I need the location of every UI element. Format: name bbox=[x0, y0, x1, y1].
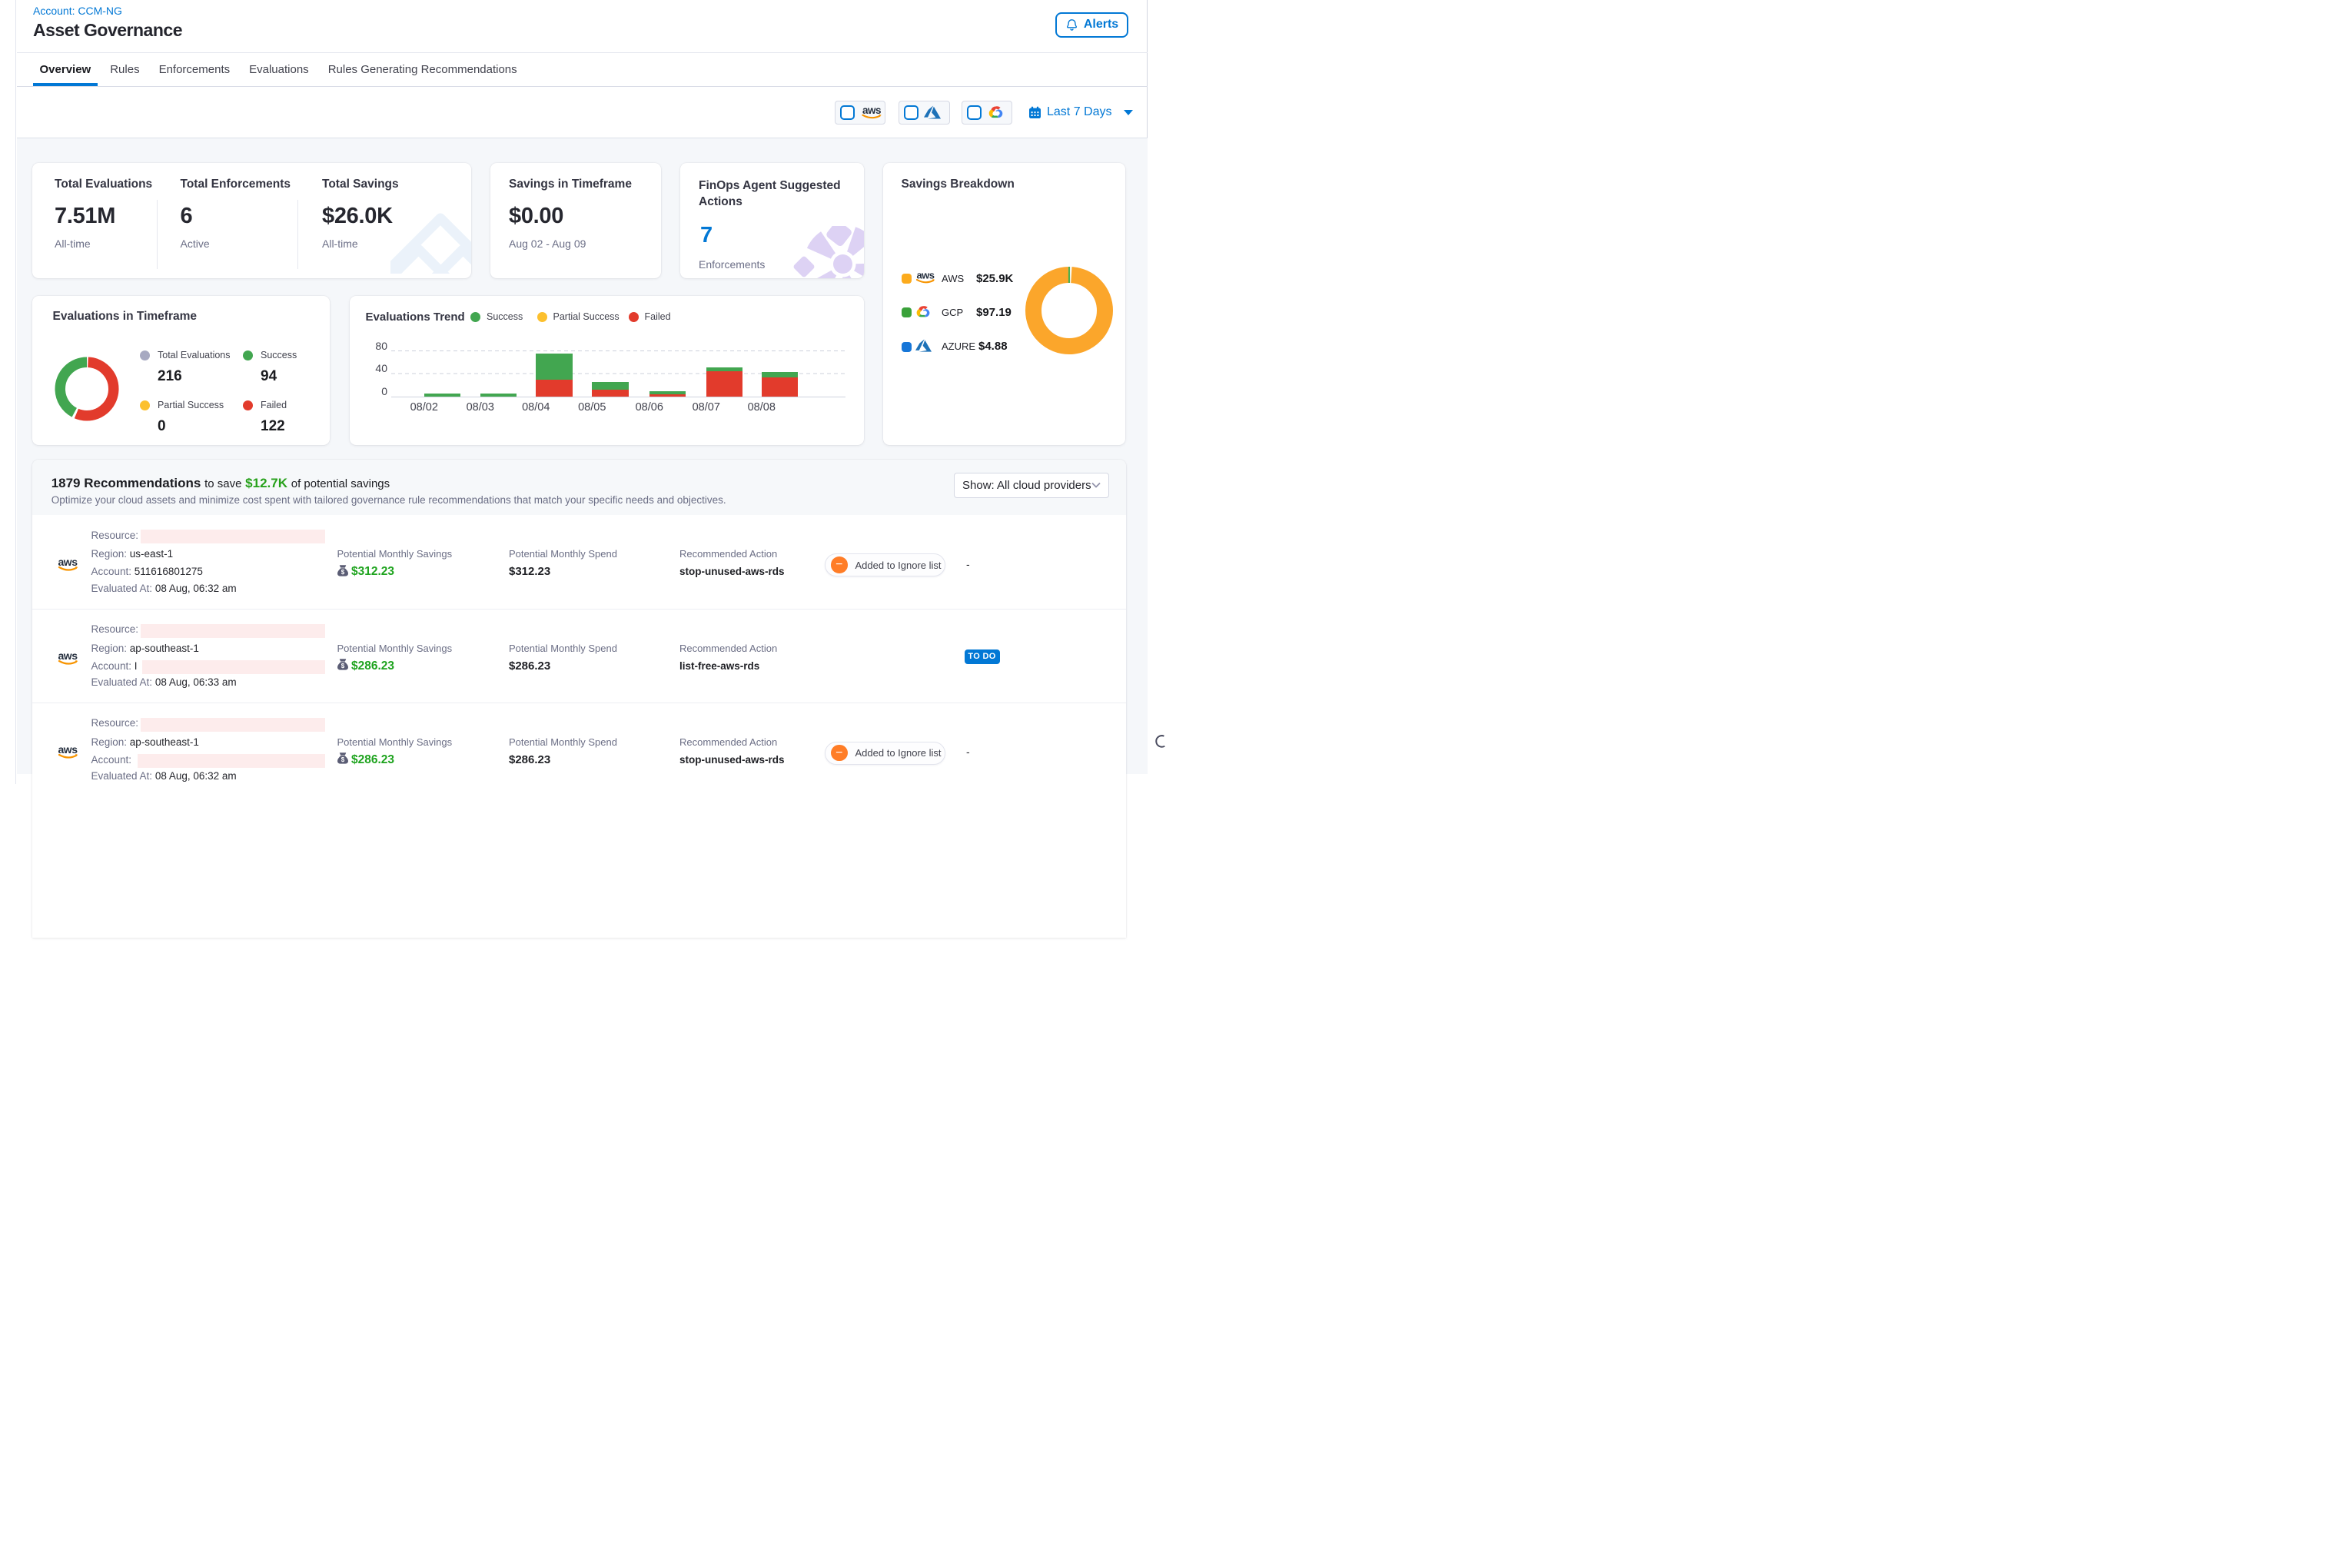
svg-text:aws: aws bbox=[58, 556, 78, 568]
svg-text:aws: aws bbox=[58, 744, 78, 756]
svg-text:aws: aws bbox=[862, 105, 880, 116]
svg-text:$: $ bbox=[341, 569, 344, 576]
svg-text:aws: aws bbox=[916, 270, 934, 281]
svg-text:aws: aws bbox=[58, 650, 78, 662]
svg-text:$: $ bbox=[341, 756, 344, 763]
svg-text:$: $ bbox=[341, 663, 344, 669]
